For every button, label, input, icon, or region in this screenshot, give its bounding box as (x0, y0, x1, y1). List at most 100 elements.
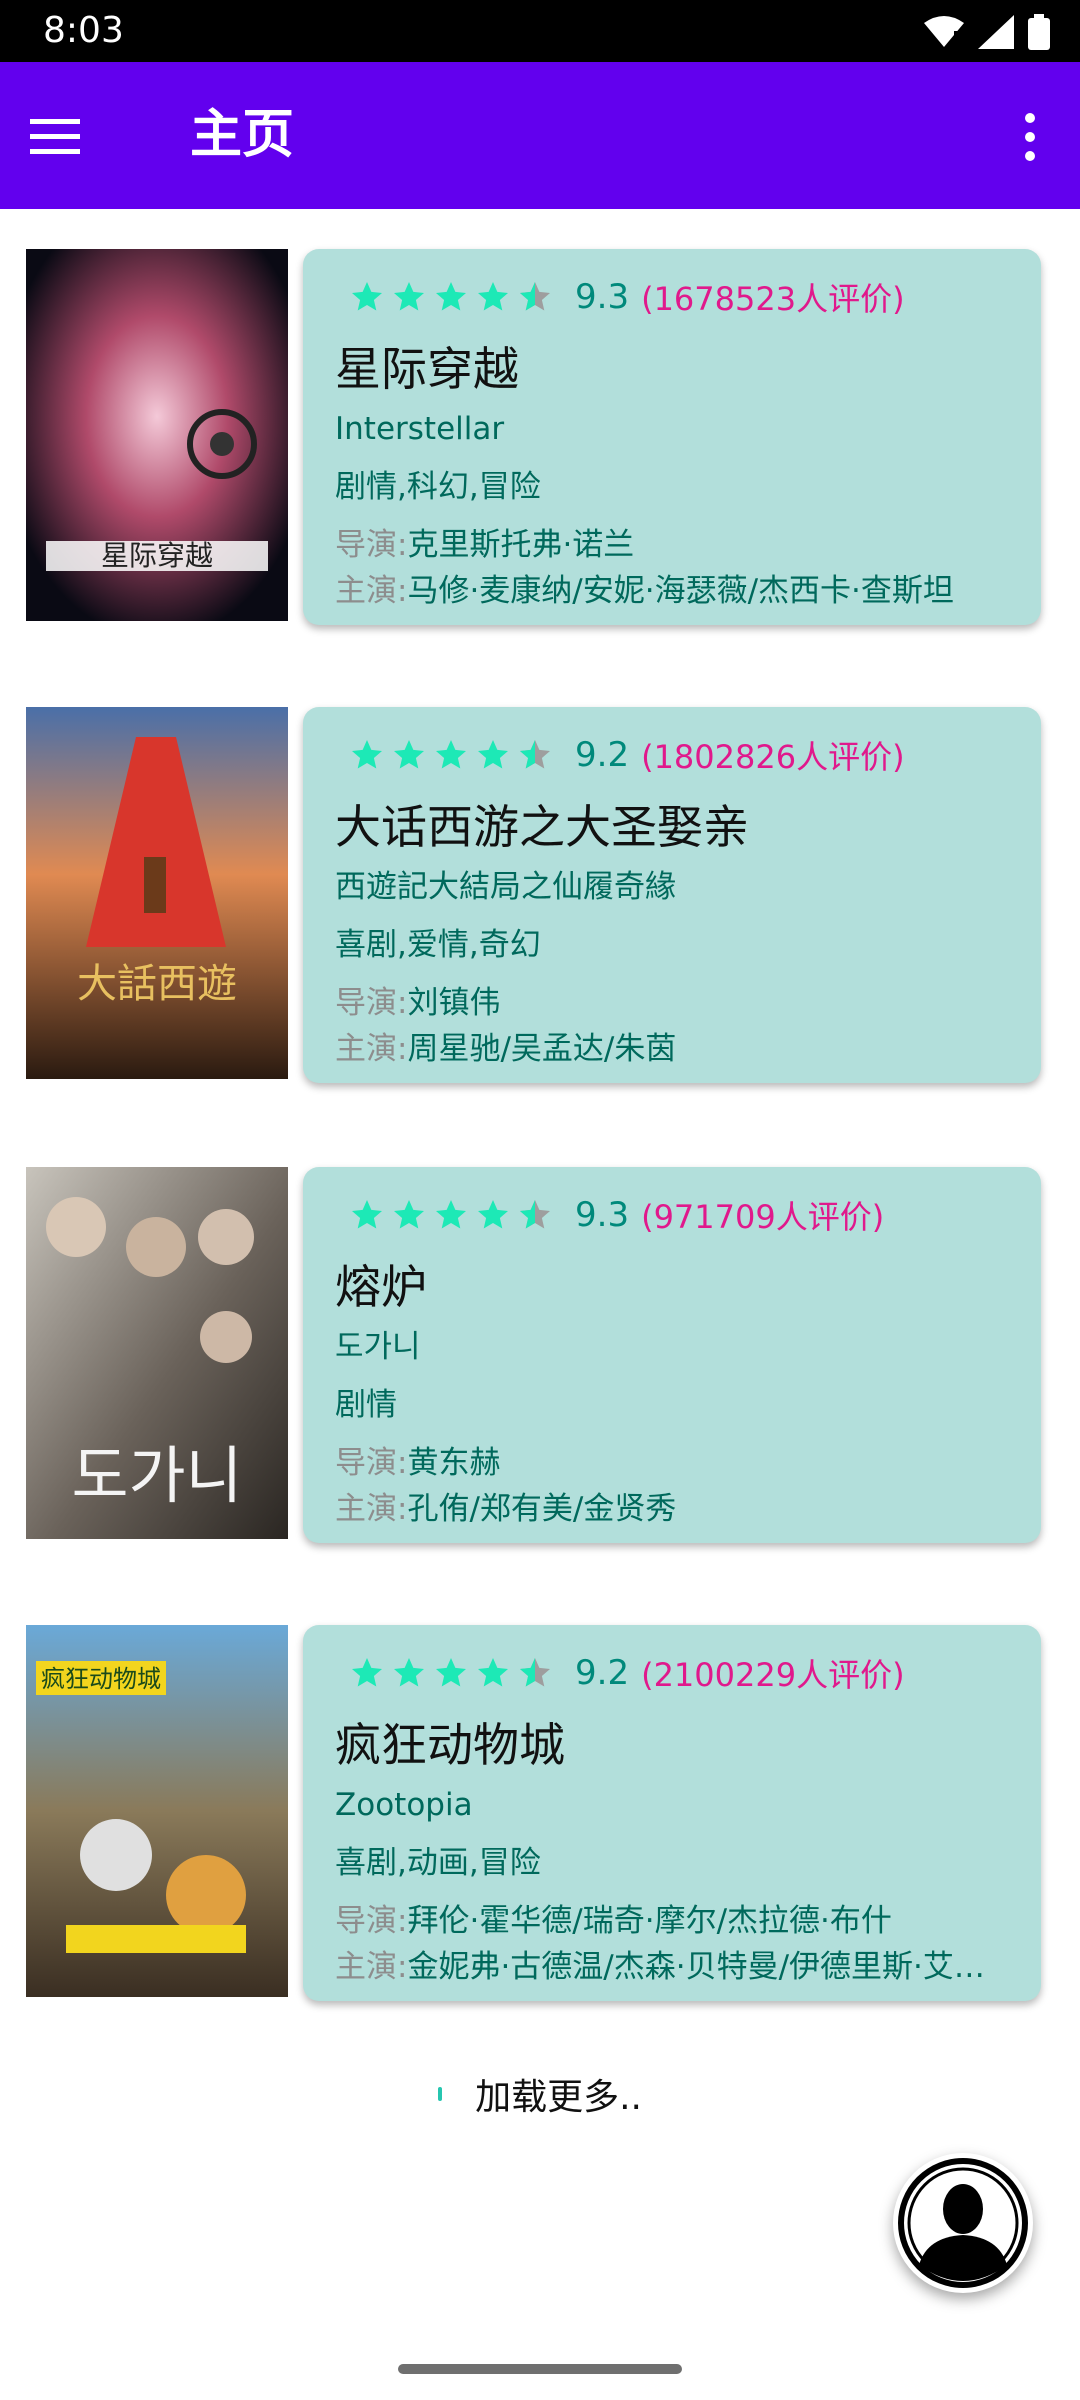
movie-title: 熔炉 (335, 1260, 427, 1314)
rating-row: 9.2 (2100229人评价) (349, 1645, 905, 1701)
star-icon (352, 1200, 382, 1229)
star-icon (478, 1658, 508, 1687)
app-bar: 主页 (0, 62, 1080, 209)
movie-title: 疯狂动物城 (335, 1718, 565, 1772)
hamburger-menu-icon (30, 119, 80, 154)
poster-title: 疯狂动物城 (41, 1665, 161, 1693)
movie-poster[interactable]: 도가니 (26, 1167, 288, 1539)
star-icon (436, 1200, 466, 1229)
movie-cast: 主演:孔侑/郑有美/金贤秀 (335, 1487, 1025, 1531)
page-title: 主页 (190, 105, 295, 165)
menu-button[interactable] (30, 102, 116, 172)
status-icons (924, 12, 1050, 52)
star-icon (478, 1200, 508, 1229)
movie-director: 导演:刘镇伟 (335, 981, 1025, 1025)
movie-item[interactable]: 疯狂动物城 9.2 (2100229人评价) 疯狂动物城 Zootopia 喜剧… (0, 1585, 1080, 2001)
overflow-menu-button[interactable] (990, 102, 1060, 172)
rating-score: 9.2 (575, 735, 630, 775)
star-icon (352, 282, 382, 311)
movie-cast: 主演:周星驰/吴孟达/朱茵 (335, 1027, 1025, 1071)
star-half-icon (520, 740, 550, 769)
rating-row: 9.2 (1802826人评价) (349, 727, 905, 783)
star-icon (478, 282, 508, 311)
poster-title: 大話西遊 (77, 961, 237, 1007)
wifi-icon (924, 16, 964, 47)
star-half-icon (520, 1658, 550, 1687)
battery-icon (1028, 14, 1050, 50)
movie-item[interactable]: 도가니 9.3 (971709人评价) 熔炉 도가니 剧情 导演:黄东赫 主演:… (0, 1127, 1080, 1543)
director-name: 拜伦·霍华德/瑞奇·摩尔/杰拉德·布什 (407, 1903, 892, 1939)
movie-card[interactable]: 9.3 (971709人评价) 熔炉 도가니 剧情 导演:黄东赫 主演:孔侑/郑… (303, 1167, 1041, 1543)
status-bar: 8:03 (0, 0, 1080, 62)
rating-row: 9.3 (1678523人评价) (349, 269, 905, 325)
movie-cast: 主演:马修·麦康纳/安妮·海瑟薇/杰西卡·查斯坦 (335, 569, 1025, 613)
star-icon (436, 282, 466, 311)
loading-spinner-icon (438, 2087, 442, 2101)
movie-original-title: 도가니 (335, 1329, 421, 1365)
vote-count: (2100229人评价) (641, 1656, 905, 1694)
movie-item[interactable]: 大話西遊 9.2 (1802826人评价) 大话西游之大圣娶亲 西遊記大結局之仙… (0, 667, 1080, 1083)
cast-names: 周星驰/吴孟达/朱茵 (407, 1031, 677, 1067)
poster-title: 도가니 (71, 1439, 242, 1512)
cast-label: 主演: (335, 1031, 408, 1067)
movie-original-title: 西遊記大結局之仙履奇緣 (335, 869, 676, 905)
movie-card[interactable]: 9.2 (2100229人评价) 疯狂动物城 Zootopia 喜剧,动画,冒险… (303, 1625, 1041, 2001)
movie-original-title: Zootopia (335, 1787, 473, 1823)
cast-label: 主演: (335, 1949, 408, 1985)
star-icon (394, 1200, 424, 1229)
cast-label: 主演: (335, 1491, 408, 1527)
vote-count: (1802826人评价) (641, 738, 905, 776)
load-more[interactable]: 加载更多.. (0, 2068, 1080, 2128)
rating-stars (349, 1197, 553, 1233)
vote-count: (971709人评价) (641, 1198, 885, 1236)
movie-genres: 剧情 (335, 1387, 397, 1423)
more-vert-icon (1025, 113, 1035, 161)
director-label: 导演: (335, 527, 408, 563)
movie-director: 导演:黄东赫 (335, 1441, 1025, 1485)
star-half-icon (520, 1200, 550, 1229)
home-indicator[interactable] (398, 2364, 682, 2374)
cast-label: 主演: (335, 573, 408, 609)
star-icon (394, 282, 424, 311)
movie-poster[interactable]: 疯狂动物城 (26, 1625, 288, 1997)
rating-score: 9.3 (575, 277, 630, 317)
star-icon (436, 740, 466, 769)
rating-score: 9.3 (575, 1195, 630, 1235)
star-icon (394, 740, 424, 769)
vote-count: (1678523人评价) (641, 280, 905, 318)
cast-names: 孔侑/郑有美/金贤秀 (407, 1491, 677, 1527)
director-name: 黄东赫 (407, 1445, 501, 1481)
star-half-icon (520, 282, 550, 311)
star-icon (352, 740, 382, 769)
movie-item[interactable]: 星际穿越 9.3 (1678523人评价) 星际穿越 Interstellar … (0, 209, 1080, 625)
movie-poster[interactable]: 大話西遊 (26, 707, 288, 1079)
movie-card[interactable]: 9.3 (1678523人评价) 星际穿越 Interstellar 剧情,科幻… (303, 249, 1041, 625)
movie-genres: 喜剧,爱情,奇幻 (335, 927, 541, 963)
movie-cast: 主演:金妮弗·古德温/杰森·贝特曼/伊德里斯·艾… (335, 1945, 1025, 1989)
rating-score: 9.2 (575, 1653, 630, 1693)
movie-title: 大话西游之大圣娶亲 (335, 800, 749, 854)
movie-director: 导演:拜伦·霍华德/瑞奇·摩尔/杰拉德·布什 (335, 1899, 1025, 1943)
director-label: 导演: (335, 1445, 408, 1481)
movie-title: 星际穿越 (335, 342, 519, 396)
avatar-icon (898, 2158, 1028, 2288)
movie-director: 导演:克里斯托弗·诺兰 (335, 523, 1025, 567)
cast-names: 马修·麦康纳/安妮·海瑟薇/杰西卡·查斯坦 (407, 573, 954, 609)
profile-fab[interactable] (893, 2153, 1033, 2293)
movie-genres: 喜剧,动画,冒险 (335, 1845, 541, 1881)
director-name: 刘镇伟 (407, 985, 501, 1021)
star-icon (436, 1658, 466, 1687)
rating-stars (349, 737, 553, 773)
poster-title: 星际穿越 (101, 539, 213, 572)
movie-original-title: Interstellar (335, 411, 505, 447)
status-time: 8:03 (43, 10, 124, 51)
director-label: 导演: (335, 1903, 408, 1939)
movie-card[interactable]: 9.2 (1802826人评价) 大话西游之大圣娶亲 西遊記大結局之仙履奇緣 喜… (303, 707, 1041, 1083)
director-name: 克里斯托弗·诺兰 (407, 527, 635, 563)
movie-poster[interactable]: 星际穿越 (26, 249, 288, 621)
star-icon (394, 1658, 424, 1687)
cast-names: 金妮弗·古德温/杰森·贝特曼/伊德里斯·艾… (407, 1949, 985, 1985)
director-label: 导演: (335, 985, 408, 1021)
load-more-label: 加载更多.. (475, 2077, 642, 2118)
rating-stars (349, 279, 553, 315)
